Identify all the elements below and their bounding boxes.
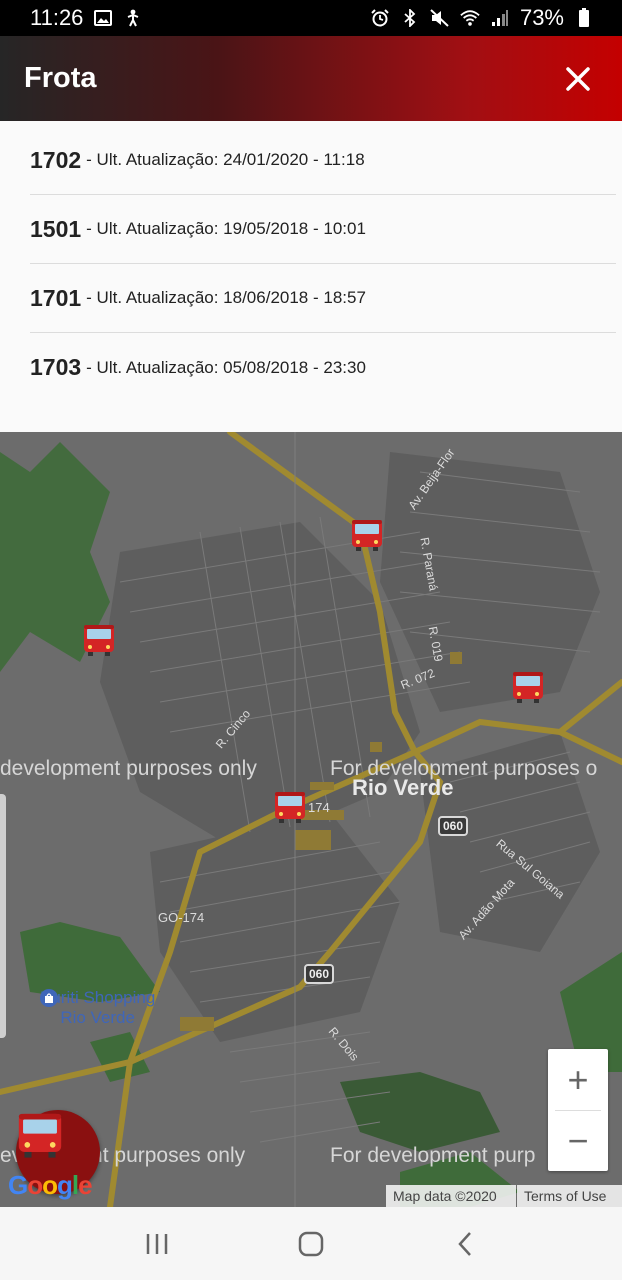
close-button[interactable] bbox=[558, 59, 598, 99]
poi-label[interactable]: Buriti Shopping Rio Verde bbox=[40, 988, 155, 1028]
vehicle-list: 1702 - Ult. Atualização: 24/01/2020 - 11… bbox=[0, 121, 622, 432]
map-data-attribution: Map data ©2020 bbox=[386, 1185, 516, 1207]
mute-icon bbox=[430, 8, 450, 28]
dev-watermark: development purposes only bbox=[0, 757, 257, 780]
image-icon bbox=[93, 8, 113, 28]
vehicle-row[interactable]: 1701 - Ult. Atualização: 18/06/2018 - 18… bbox=[30, 264, 616, 333]
bus-marker[interactable] bbox=[82, 623, 116, 657]
map-background bbox=[0, 432, 622, 1207]
home-button[interactable] bbox=[281, 1214, 341, 1274]
vehicle-last-update: - Ult. Atualização: 19/05/2018 - 10:01 bbox=[86, 219, 366, 238]
accessibility-icon bbox=[123, 8, 143, 28]
bus-icon bbox=[84, 625, 114, 656]
back-button[interactable] bbox=[435, 1214, 495, 1274]
vehicle-last-update: - Ult. Atualização: 05/08/2018 - 23:30 bbox=[86, 357, 366, 377]
vehicle-row[interactable]: 1702 - Ult. Atualização: 24/01/2020 - 11… bbox=[30, 126, 616, 195]
map-view[interactable]: Av. Beija-Flor R. Paraná R. 019 R. 072 R… bbox=[0, 432, 622, 1207]
home-icon bbox=[298, 1231, 324, 1256]
recents-button[interactable] bbox=[127, 1214, 187, 1274]
status-bar: 11:26 73% bbox=[0, 0, 622, 36]
vehicle-row[interactable]: 1703 - Ult. Atualização: 05/08/2018 - 23… bbox=[30, 333, 616, 402]
battery-icon bbox=[574, 8, 594, 28]
bus-icon bbox=[352, 520, 382, 551]
road-shield: 060 bbox=[304, 964, 335, 984]
signal-icon bbox=[490, 8, 510, 28]
status-time: 11:26 bbox=[30, 5, 84, 30]
street-label: 174 bbox=[308, 800, 330, 815]
vehicle-id: 1703 bbox=[30, 354, 82, 380]
status-left: 11:26 bbox=[30, 5, 143, 31]
vehicle-id: 1501 bbox=[30, 215, 82, 242]
google-logo: Google bbox=[8, 1170, 93, 1200]
bus-icon bbox=[513, 672, 543, 703]
road-shield: 060 bbox=[438, 816, 469, 836]
vehicle-id: 1702 bbox=[30, 146, 82, 173]
alarm-icon bbox=[370, 8, 390, 28]
vehicle-last-update: - Ult. Atualização: 24/01/2020 - 11:18 bbox=[86, 150, 365, 169]
app-screen: 11:26 73% Frota 1702 - Ult. Atualização:… bbox=[0, 0, 622, 1280]
app-header: Frota bbox=[0, 36, 622, 121]
zoom-controls: + − bbox=[548, 1049, 608, 1171]
shopping-bag-icon bbox=[40, 989, 58, 1007]
status-right: 73% bbox=[370, 5, 594, 31]
bus-marker[interactable] bbox=[511, 670, 545, 704]
dev-watermark: For development purposes o bbox=[330, 757, 598, 780]
bus-marker[interactable] bbox=[350, 518, 384, 552]
street-label: GO-174 bbox=[158, 910, 205, 925]
dev-watermark: For development purp bbox=[330, 1144, 536, 1167]
bus-icon bbox=[275, 792, 305, 823]
battery-percent: 73% bbox=[519, 5, 564, 30]
bluetooth-icon bbox=[400, 8, 420, 28]
bus-icon bbox=[18, 1113, 62, 1158]
recents-icon bbox=[146, 1233, 168, 1254]
poi-name-line2: Rio Verde bbox=[60, 1008, 135, 1027]
zoom-out-button[interactable]: − bbox=[548, 1110, 608, 1171]
vehicle-row[interactable]: 1501 - Ult. Atualização: 19/05/2018 - 10… bbox=[30, 195, 616, 264]
system-nav-bar bbox=[0, 1207, 622, 1280]
back-icon bbox=[458, 1231, 471, 1256]
vehicle-id: 1701 bbox=[30, 284, 82, 311]
vehicle-last-update: - Ult. Atualização: 18/06/2018 - 18:57 bbox=[86, 288, 366, 307]
close-icon bbox=[566, 66, 590, 91]
page-title: Frota bbox=[24, 62, 97, 94]
terms-of-use-link[interactable]: Terms of Use bbox=[517, 1185, 622, 1207]
wifi-icon bbox=[460, 8, 480, 28]
bus-marker[interactable] bbox=[273, 790, 307, 824]
zoom-in-button[interactable]: + bbox=[548, 1049, 608, 1110]
side-drawer-handle[interactable] bbox=[0, 794, 6, 1038]
